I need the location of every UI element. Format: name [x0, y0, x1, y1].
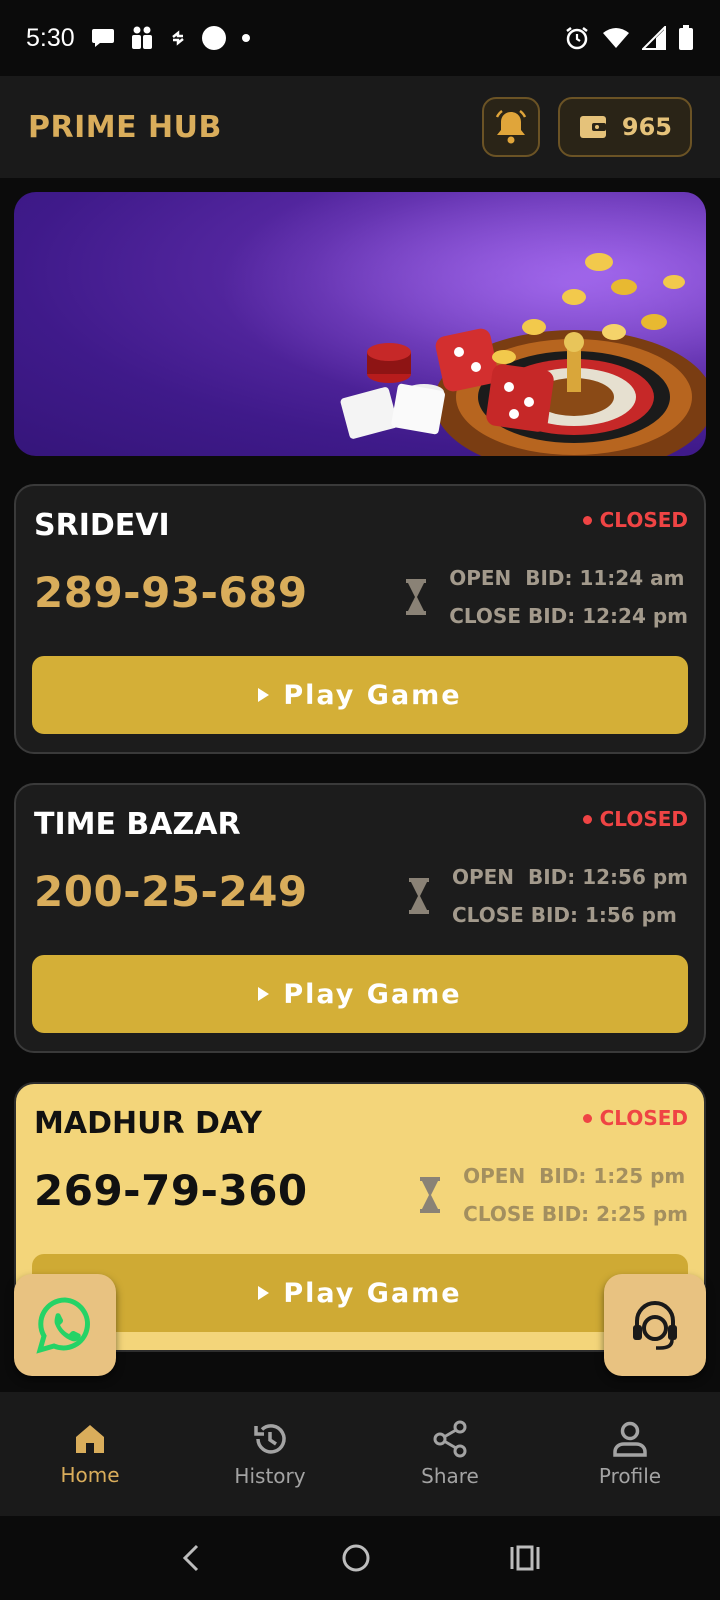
- app-header: PRIME HUB 965: [0, 76, 720, 178]
- play-game-button[interactable]: Play Game: [32, 955, 688, 1033]
- status-dot-icon: [582, 1113, 592, 1123]
- promo-banner[interactable]: [14, 192, 706, 456]
- profile-icon: [613, 1421, 647, 1457]
- wallet-icon: [579, 116, 606, 138]
- casino-banner-image: [14, 192, 706, 456]
- game-card-time-bazar: TIME BAZAR CLOSED 200-25-249 OPEN BID: 1…: [14, 783, 706, 1053]
- alarm-icon: [566, 27, 588, 50]
- open-bid-time: OPEN BID: 12:56 pm: [451, 865, 688, 889]
- status-bar: 5:30: [0, 0, 720, 76]
- status-label: CLOSED: [599, 807, 688, 831]
- bid-times: OPEN BID: 1:25 pm CLOSE BID: 2:25 pm: [419, 1164, 688, 1226]
- status-time: 5:30: [26, 23, 75, 52]
- play-game-label: Play Game: [283, 978, 462, 1010]
- play-icon: [258, 987, 270, 1001]
- share-icon: [433, 1420, 467, 1458]
- system-status-icons: [564, 25, 694, 51]
- cellular-signal-icon: [642, 26, 666, 50]
- status-label: CLOSED: [599, 1106, 688, 1130]
- game-name: TIME BAZAR: [34, 807, 241, 842]
- wifi-icon: [603, 28, 629, 48]
- close-bid-time: CLOSE BID: 12:24 pm: [449, 604, 688, 628]
- sync-notification-icon: [171, 30, 184, 46]
- open-bid-time: OPEN BID: 1:25 pm: [463, 1164, 686, 1188]
- play-game-label: Play Game: [283, 679, 462, 711]
- close-bid-time: CLOSE BID: 1:56 pm: [451, 903, 677, 927]
- nav-history[interactable]: History: [180, 1392, 360, 1516]
- close-bid-time: CLOSE BID: 2:25 pm: [463, 1202, 688, 1226]
- play-icon: [258, 688, 270, 702]
- bell-icon: [495, 109, 527, 144]
- play-game-button[interactable]: Play Game: [32, 1254, 688, 1332]
- wallet-button[interactable]: 965: [557, 97, 692, 157]
- support-button[interactable]: [604, 1274, 706, 1376]
- game-status: CLOSED: [582, 1106, 688, 1130]
- wallet-balance: 965: [621, 113, 672, 141]
- bid-times: OPEN BID: 11:24 am CLOSE BID: 12:24 pm: [405, 566, 688, 628]
- headset-support-icon: [633, 1301, 677, 1350]
- game-status: CLOSED: [582, 807, 688, 831]
- circle-notification-icon: [201, 26, 226, 50]
- bottom-navigation: Home History Share Profile: [0, 1392, 720, 1516]
- chat-notification-icon: [91, 29, 114, 47]
- recent-apps-icon[interactable]: [509, 1542, 541, 1574]
- nav-label: Profile: [598, 1464, 662, 1488]
- history-icon: [254, 1424, 286, 1454]
- status-dot-icon: [582, 515, 592, 525]
- bid-times: OPEN BID: 12:56 pm CLOSE BID: 1:56 pm: [408, 865, 688, 927]
- play-game-button[interactable]: Play Game: [32, 656, 688, 734]
- home-icon: [76, 1425, 104, 1453]
- notifications-button[interactable]: [481, 97, 540, 157]
- notification-icons: [91, 25, 251, 51]
- game-card-madhur-day: MADHUR DAY CLOSED 269-79-360 OPEN BID: 1…: [14, 1082, 706, 1352]
- hourglass-icon: [408, 878, 429, 914]
- game-status: CLOSED: [582, 508, 688, 532]
- game-result: 269-79-360: [34, 1166, 308, 1215]
- hourglass-icon: [420, 1177, 441, 1213]
- back-icon[interactable]: [179, 1542, 203, 1574]
- status-label: CLOSED: [599, 508, 688, 532]
- home-circle-icon[interactable]: [340, 1542, 372, 1574]
- people-notification-icon: [131, 26, 152, 49]
- battery-icon: [679, 25, 693, 50]
- play-game-label: Play Game: [283, 1277, 462, 1309]
- hourglass-icon: [406, 579, 427, 615]
- nav-label: Share: [421, 1464, 479, 1488]
- header-actions: 965: [481, 97, 692, 157]
- nav-profile[interactable]: Profile: [540, 1392, 720, 1516]
- nav-home[interactable]: Home: [0, 1392, 180, 1516]
- nav-share[interactable]: Share: [360, 1392, 540, 1516]
- game-card-sridevi: SRIDEVI CLOSED 289-93-689 OPEN BID: 11:2…: [14, 484, 706, 754]
- nav-label: History: [234, 1464, 306, 1488]
- game-result: 289-93-689: [34, 568, 308, 617]
- game-name: SRIDEVI: [34, 508, 170, 543]
- system-navigation-bar: [0, 1516, 720, 1600]
- status-dot-icon: [582, 814, 592, 824]
- game-result: 200-25-249: [34, 867, 308, 916]
- dot-icon: [241, 34, 250, 42]
- game-name: MADHUR DAY: [34, 1106, 262, 1141]
- play-icon: [258, 1286, 270, 1300]
- app-title: PRIME HUB: [28, 109, 222, 145]
- nav-label: Home: [60, 1463, 120, 1487]
- whatsapp-icon: [36, 1297, 90, 1354]
- whatsapp-button[interactable]: [14, 1274, 116, 1376]
- open-bid-time: OPEN BID: 11:24 am: [449, 566, 685, 590]
